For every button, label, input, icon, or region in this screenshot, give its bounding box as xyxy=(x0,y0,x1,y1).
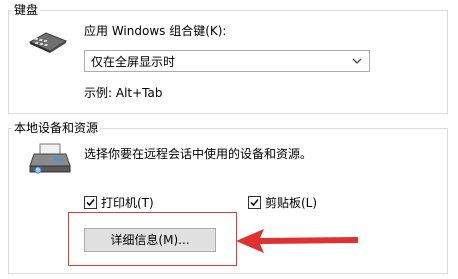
printer-checkbox-label: 打印机(T) xyxy=(101,196,154,210)
clipboard-checkbox-label: 剪贴板(L) xyxy=(265,196,318,210)
devices-description: 选择你要在远程会话中使用的设备和资源。 xyxy=(84,147,313,161)
devices-icon xyxy=(26,142,74,176)
red-arrow-annotation xyxy=(236,226,358,256)
more-details-button[interactable]: 详细信息(M)... xyxy=(84,228,216,252)
clipboard-checkbox[interactable]: 剪贴板(L) xyxy=(248,195,368,211)
keyboard-example-text: 示例: Alt+Tab xyxy=(84,86,163,100)
windows-key-combo-label: 应用 Windows 组合键(K): xyxy=(84,24,227,38)
printer-checkbox[interactable]: 打印机(T) xyxy=(84,195,204,211)
remote-desktop-local-resources-panel: 键盘 应用 Windows 组合键(K): 仅在全屏显示时 示例: Alt+Ta… xyxy=(0,0,458,279)
local-devices-group-title: 本地设备和资源 xyxy=(12,121,101,135)
keyboard-group-title: 键盘 xyxy=(12,3,41,17)
keyboard-icon xyxy=(28,30,68,54)
chevron-down-icon xyxy=(351,55,363,67)
printer-checkbox-box[interactable] xyxy=(84,196,97,209)
windows-key-combo-dropdown[interactable]: 仅在全屏显示时 xyxy=(84,50,370,72)
clipboard-checkbox-box[interactable] xyxy=(248,196,261,209)
dropdown-selected-value: 仅在全屏显示时 xyxy=(91,55,176,69)
